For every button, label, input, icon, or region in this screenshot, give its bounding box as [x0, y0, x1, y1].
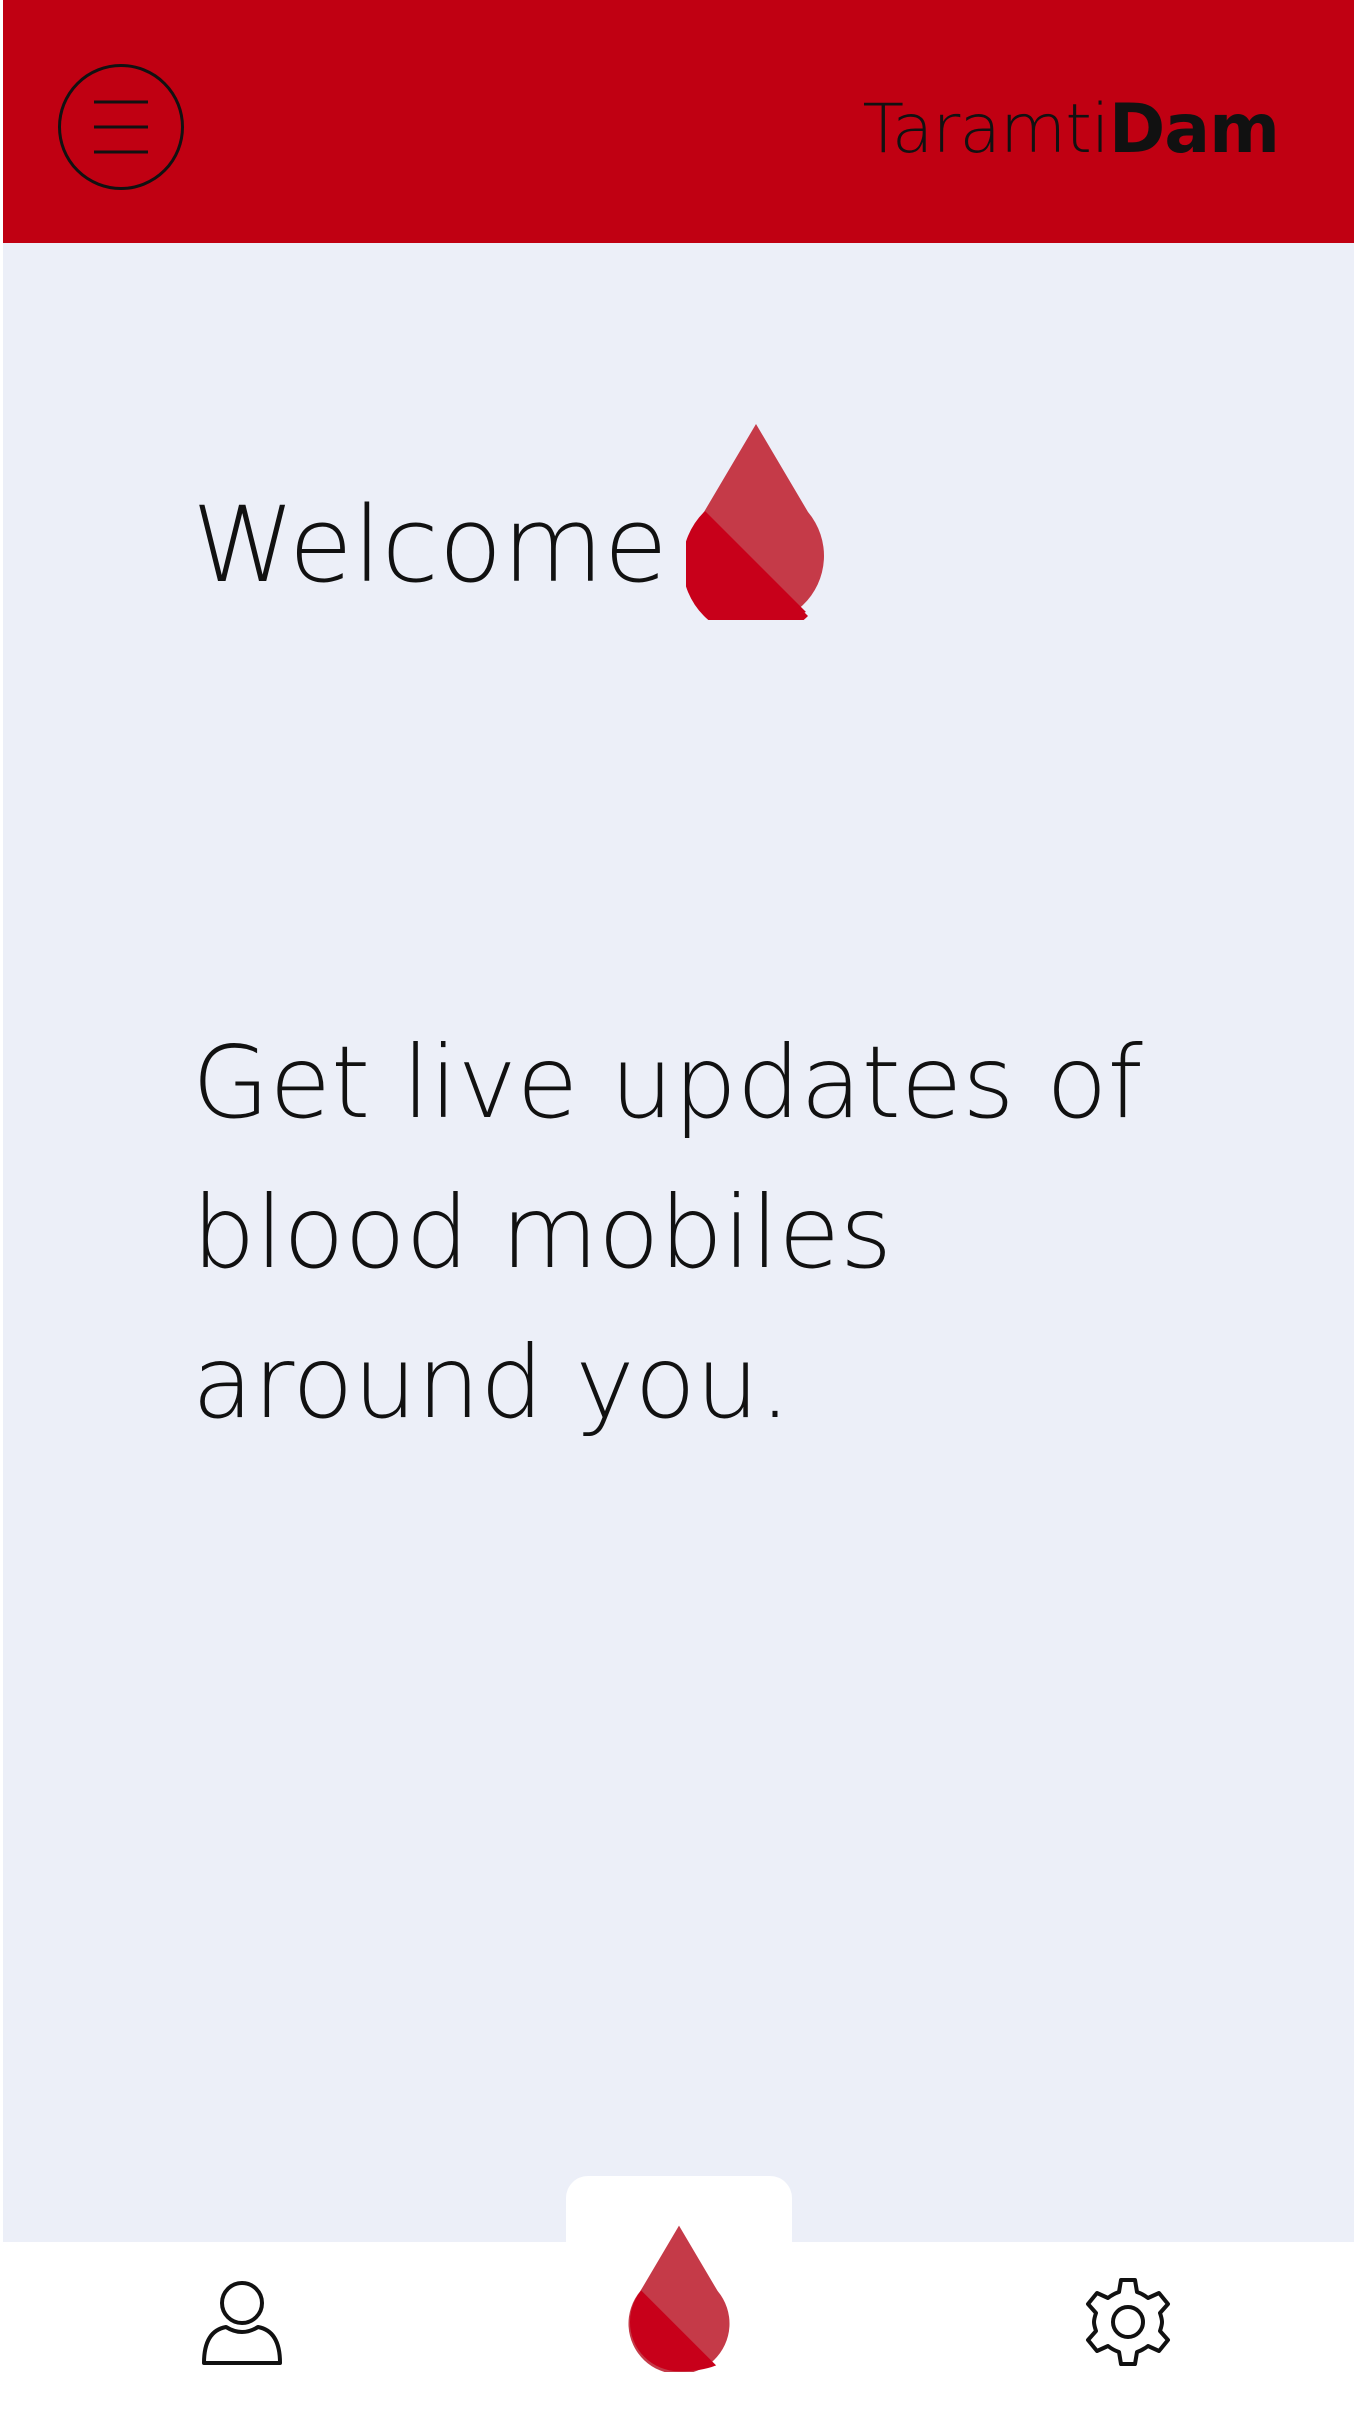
tagline: Get live updates of blood mobiles around… [192, 1008, 1192, 1458]
gear-icon [1086, 2278, 1170, 2366]
nav-profile-button[interactable] [196, 2275, 288, 2375]
profile-icon [202, 2281, 282, 2365]
brand-logo: TaramtiDam [862, 90, 1280, 170]
nav-home-button[interactable] [627, 2222, 731, 2376]
app-screen: TaramtiDam Welcome Get live updates of b… [0, 0, 1354, 2415]
blood-drop-icon [628, 2225, 730, 2375]
tagline-line-2: blood mobiles [192, 1174, 893, 1291]
tagline-line-3: around you. [192, 1324, 791, 1441]
tagline-line-1: Get live updates of [192, 1024, 1143, 1141]
welcome-heading: Welcome [192, 484, 668, 606]
brand-name-light: Taramti [862, 90, 1109, 169]
nav-settings-button[interactable] [1080, 2274, 1176, 2374]
blood-drop-icon [686, 424, 824, 620]
hamburger-menu-icon [94, 100, 148, 154]
brand-name-bold: Dam [1108, 90, 1280, 169]
menu-button[interactable] [58, 64, 184, 190]
